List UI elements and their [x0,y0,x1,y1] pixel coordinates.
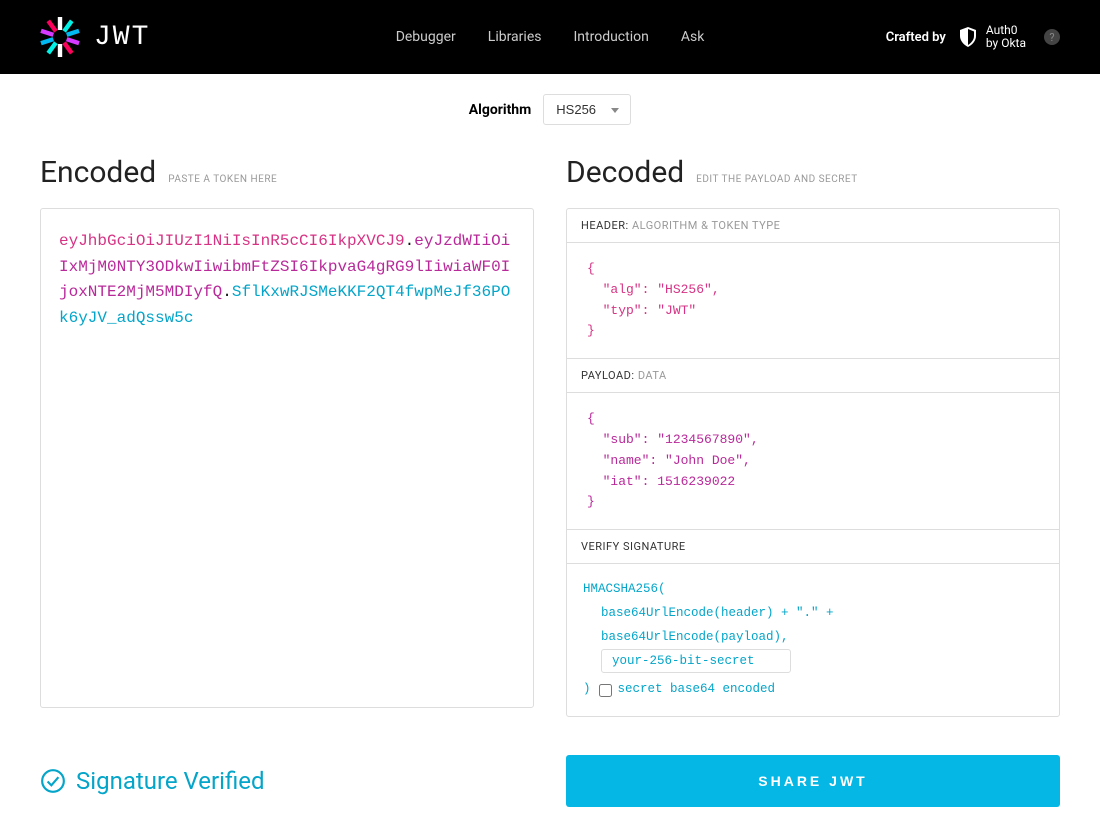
encoded-subtitle: PASTE A TOKEN HERE [168,174,277,185]
nav-libraries[interactable]: Libraries [488,29,542,45]
secret-base64-checkbox[interactable] [599,684,612,697]
encoded-column: Encoded PASTE A TOKEN HERE eyJhbGciOiJIU… [40,155,534,717]
algorithm-label: Algorithm [469,102,532,118]
encoded-title: Encoded [40,155,156,190]
nav-ask[interactable]: Ask [681,29,704,45]
secret-base64-label: secret base64 encoded [618,678,776,702]
decoded-column: Decoded EDIT THE PAYLOAD AND SECRET HEAD… [566,155,1060,717]
share-jwt-button[interactable]: SHARE JWT [566,755,1060,807]
jwt-star-icon [40,17,80,57]
decoded-subtitle: EDIT THE PAYLOAD AND SECRET [696,174,858,185]
crafted-by: Crafted by Auth0 by Okta ? [886,24,1060,50]
nav-introduction[interactable]: Introduction [573,29,648,45]
signature-body: HMACSHA256( base64UrlEncode(header) + ".… [567,564,1059,716]
logo[interactable]: JWT [40,17,150,57]
token-header-part: eyJhbGciOiJIUzI1NiIsInR5cCI6IkpXVCJ9 [59,232,405,250]
header-json-body[interactable]: { "alg": "HS256", "typ": "JWT" } [567,243,1059,359]
encoded-token-box[interactable]: eyJhbGciOiJIUzI1NiIsInR5cCI6IkpXVCJ9.eyJ… [40,208,534,708]
check-circle-icon [40,768,66,794]
algorithm-select-wrapper: HS256 [543,94,631,125]
nav-debugger[interactable]: Debugger [396,29,456,45]
secret-input[interactable] [601,649,791,673]
logo-text: JWT [94,22,150,53]
decoded-title: Decoded [566,155,684,190]
algorithm-row: Algorithm HS256 [0,74,1100,145]
main-nav: Debugger Libraries Introduction Ask [396,29,705,45]
auth0-shield-icon [956,25,980,49]
help-icon[interactable]: ? [1044,29,1060,45]
crafted-by-label: Crafted by [886,30,946,45]
signature-section-title: VERIFY SIGNATURE [567,530,1059,564]
algorithm-select[interactable]: HS256 [543,94,631,125]
auth0-logo[interactable]: Auth0 by Okta [956,24,1026,50]
payload-json-body[interactable]: { "sub": "1234567890", "name": "John Doe… [567,393,1059,530]
payload-section-title: PAYLOAD: DATA [567,359,1059,393]
header-section-title: HEADER: ALGORITHM & TOKEN TYPE [567,209,1059,243]
auth0-text: Auth0 by Okta [986,24,1026,50]
signature-verified-status: Signature Verified [40,767,534,795]
top-header: JWT Debugger Libraries Introduction Ask … [0,0,1100,74]
